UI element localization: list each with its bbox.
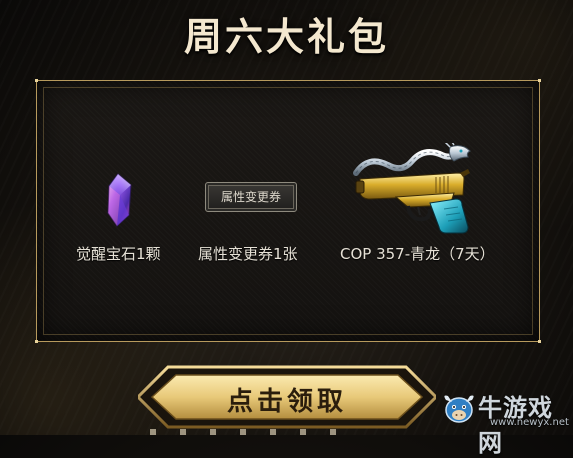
site-watermark: 牛游戏网 www.newyx.net [440, 384, 573, 457]
panel-corner-decoration [538, 79, 541, 82]
claim-button[interactable]: 点击领取 [138, 363, 436, 431]
watermark-site-url: www.newyx.net [490, 417, 569, 428]
panel-corner-decoration [35, 340, 38, 343]
dragon-pistol-icon [353, 143, 471, 234]
page-title: 周六大礼包 [183, 15, 389, 59]
panel-corner-decoration [538, 340, 541, 343]
reward-label: 觉醒宝石1颗 [76, 245, 161, 263]
reward-label: 属性变更券1张 [198, 245, 298, 263]
panel-corner-decoration [35, 79, 38, 82]
bottom-decoration-strip [150, 429, 350, 435]
purple-gem-icon [107, 173, 132, 227]
claim-button-label: 点击领取 [226, 387, 347, 417]
reward-label: COP 357-青龙（7天） [340, 245, 495, 263]
voucher-card-icon: 属性变更券 [205, 182, 297, 212]
cow-logo-icon [444, 395, 474, 423]
